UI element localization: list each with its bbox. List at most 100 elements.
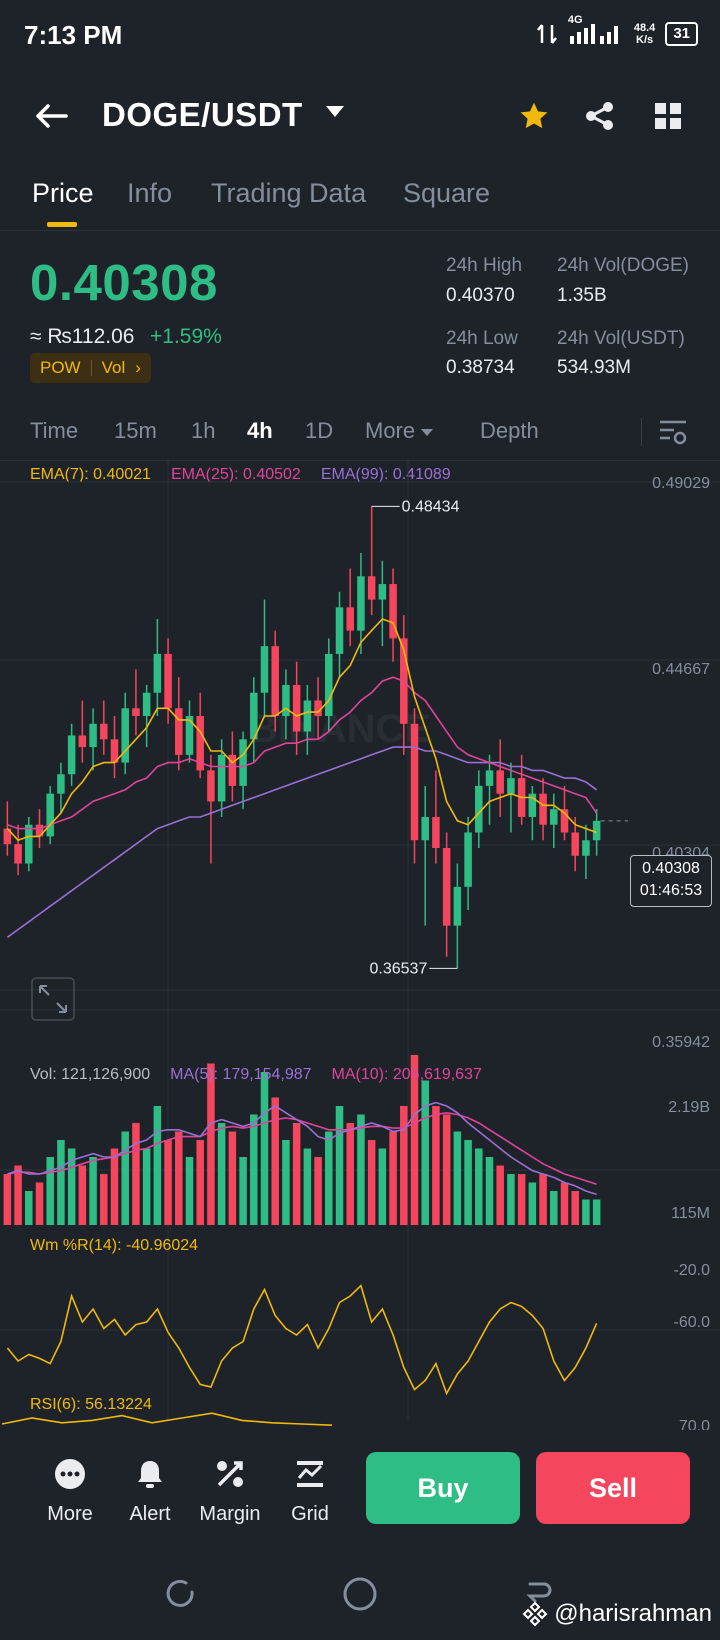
data-transfer-icon	[536, 23, 557, 44]
tab-price[interactable]: Price	[32, 178, 94, 209]
stat-high-label: 24h High	[446, 255, 523, 276]
speed-unit: K/s	[636, 33, 654, 46]
candle-body	[346, 607, 354, 631]
expand-icon[interactable]	[31, 977, 75, 1021]
candle-body	[303, 700, 312, 732]
candle-body	[239, 739, 247, 786]
interval-divider	[641, 418, 642, 446]
volume-bar	[442, 1114, 451, 1225]
candle-body	[57, 774, 65, 794]
volume-bar	[239, 1157, 247, 1225]
wr-label: Wm %R(14): -40.96024	[30, 1237, 199, 1254]
interval-15m[interactable]: 15m	[114, 418, 157, 444]
volume-bar	[517, 1174, 526, 1225]
volume-bar	[528, 1182, 537, 1225]
candle-body	[410, 723, 419, 841]
candle-body	[432, 816, 440, 849]
alert-button[interactable]: Alert	[110, 1458, 190, 1526]
volume-bar	[507, 1174, 515, 1225]
recent-apps-icon[interactable]	[164, 1578, 196, 1610]
interval-1d[interactable]: 1D	[305, 418, 333, 444]
vol-label: Vol: 121,126,900	[30, 1066, 151, 1083]
volume-bar	[153, 1106, 162, 1225]
volume-bar	[196, 1140, 204, 1225]
status-icons: 4G 48.4 K/s 31	[536, 14, 698, 47]
tag-group[interactable]: POW Vol ›	[30, 353, 151, 383]
candle-countdown: 01:46:53	[639, 882, 703, 899]
grid-bot-icon	[297, 1461, 323, 1487]
candle-body	[67, 735, 76, 775]
min-marker: 0.36537	[370, 960, 428, 977]
candle-body	[464, 832, 472, 887]
more-button[interactable]: More	[30, 1458, 110, 1526]
volume-bar	[303, 1148, 312, 1225]
volume-bar	[592, 1199, 601, 1225]
speed-value: 48.4	[633, 21, 656, 34]
credit-watermark: @harisrahman	[522, 1600, 712, 1628]
sell-button[interactable]: Sell	[536, 1452, 690, 1524]
buy-button[interactable]: Buy	[366, 1452, 520, 1524]
interval-1h[interactable]: 1h	[191, 418, 215, 444]
candle-body	[153, 653, 162, 693]
volume-bar	[110, 1148, 119, 1225]
status-bar: 7:13 PM 4G 48.4 K/s 31	[0, 0, 720, 72]
candle-body	[539, 793, 547, 825]
candle-body	[217, 754, 226, 802]
candle-body	[142, 692, 151, 717]
volume-bar	[357, 1114, 365, 1225]
candle-body	[592, 820, 601, 841]
volume-bar	[485, 1157, 494, 1225]
home-icon[interactable]	[342, 1576, 378, 1612]
volume-bar	[100, 1174, 108, 1225]
tab-trading-data[interactable]: Trading Data	[211, 178, 366, 209]
volume-bar	[560, 1182, 569, 1225]
volume-bar	[121, 1131, 129, 1225]
tag-divider	[90, 360, 92, 376]
star-icon[interactable]	[518, 100, 550, 132]
margin-percent-icon	[217, 1461, 243, 1487]
pair-title[interactable]: DOGE/USDT	[102, 96, 303, 134]
grid-button[interactable]: Grid	[270, 1458, 350, 1526]
arrow-left-icon[interactable]	[30, 94, 74, 138]
rsi-line	[1, 1412, 333, 1426]
chart-settings-icon[interactable]	[658, 418, 688, 446]
volume-bar	[378, 1148, 387, 1225]
axis-wr-lower: -60.0	[673, 1314, 710, 1331]
status-time: 7:13 PM	[24, 20, 123, 50]
tab-square[interactable]: Square	[403, 178, 490, 209]
stat-vol-quote-label: 24h Vol(USDT)	[557, 328, 685, 349]
interval-depth[interactable]: Depth	[480, 418, 539, 444]
max-marker: 0.48434	[402, 498, 460, 515]
margin-button[interactable]: Margin	[190, 1458, 270, 1526]
axis-wr-upper: -20.0	[673, 1262, 710, 1279]
candle-body	[46, 793, 54, 837]
interval-time[interactable]: Time	[30, 418, 78, 444]
rsi-series	[1, 1412, 333, 1426]
candle-body	[292, 684, 301, 732]
grid-icon[interactable]	[654, 102, 682, 130]
candle-body	[164, 653, 172, 709]
volume-bar	[400, 1106, 408, 1225]
stat-low-label: 24h Low	[446, 328, 518, 349]
candle-body	[378, 584, 387, 600]
volume-bar	[475, 1148, 483, 1225]
chevron-down-icon[interactable]	[326, 106, 344, 117]
network-speed: 48.4 K/s	[634, 22, 655, 46]
tab-info[interactable]: Info	[127, 178, 172, 209]
volume-bar	[185, 1157, 194, 1225]
margin-label: Margin	[199, 1503, 261, 1525]
current-price-label: 0.40308	[642, 860, 700, 877]
stat-vol-base-label: 24h Vol(DOGE)	[557, 255, 689, 276]
axis-price-bottom: 0.35942	[652, 1034, 710, 1051]
price-chart[interactable]: BINANCE 0.48434 0.36537	[0, 460, 720, 1430]
interval-4h[interactable]: 4h	[247, 418, 273, 444]
current-price-box: 0.40308 01:46:53	[630, 855, 712, 907]
candle-body	[442, 848, 451, 926]
volume-bar	[142, 1148, 151, 1225]
share-icon[interactable]	[584, 100, 616, 132]
interval-more[interactable]: More	[365, 418, 434, 444]
candle-body	[507, 778, 515, 794]
volume-bar	[217, 1123, 226, 1225]
rsi-label: RSI(6): 56.13224	[30, 1396, 152, 1413]
candle-body	[25, 824, 33, 864]
